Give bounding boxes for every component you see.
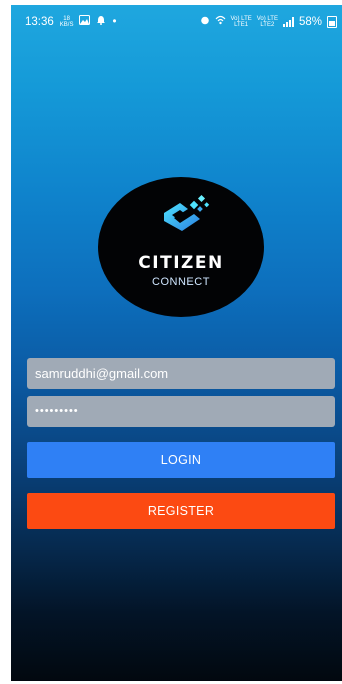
network-speed: 18 KB/S [60, 16, 74, 28]
status-time: 13:36 [25, 16, 54, 28]
gallery-icon [79, 15, 91, 29]
email-field[interactable]: samruddhi@gmail.com [27, 358, 335, 389]
signal-strength-icon [282, 17, 294, 27]
network-1-bottom: LTE1 [234, 22, 249, 28]
status-bar: 13:36 18 KB/S • Vo) LTE LTE1 Vo) LTE LTE… [11, 5, 342, 37]
network-indicator-2: Vo) LTE LTE2 [257, 16, 278, 28]
citizen-connect-logo-icon [164, 194, 210, 231]
logo-title: CITIZEN [138, 253, 224, 273]
status-dot: • [112, 16, 117, 28]
battery-icon [327, 16, 337, 28]
app-screen: 13:36 18 KB/S • Vo) LTE LTE1 Vo) LTE LTE… [11, 5, 342, 681]
logo-subtitle: CONNECT [152, 276, 210, 288]
status-left: 13:36 18 KB/S • [25, 15, 117, 29]
wifi-hotspot-icon [215, 15, 226, 29]
login-button[interactable]: LOGIN [27, 442, 335, 478]
alarm-icon [200, 15, 210, 29]
register-button[interactable]: REGISTER [27, 493, 335, 529]
notification-bell-icon [96, 15, 106, 29]
status-right: Vo) LTE LTE1 Vo) LTE LTE2 58% [200, 15, 337, 29]
app-logo: CITIZEN CONNECT [98, 177, 264, 317]
network-indicator-1: Vo) LTE LTE1 [231, 16, 252, 28]
battery-percentage: 58% [298, 16, 322, 28]
network-2-bottom: LTE2 [260, 22, 275, 28]
network-speed-unit: KB/S [59, 22, 74, 28]
password-field[interactable]: ••••••••• [27, 396, 335, 427]
